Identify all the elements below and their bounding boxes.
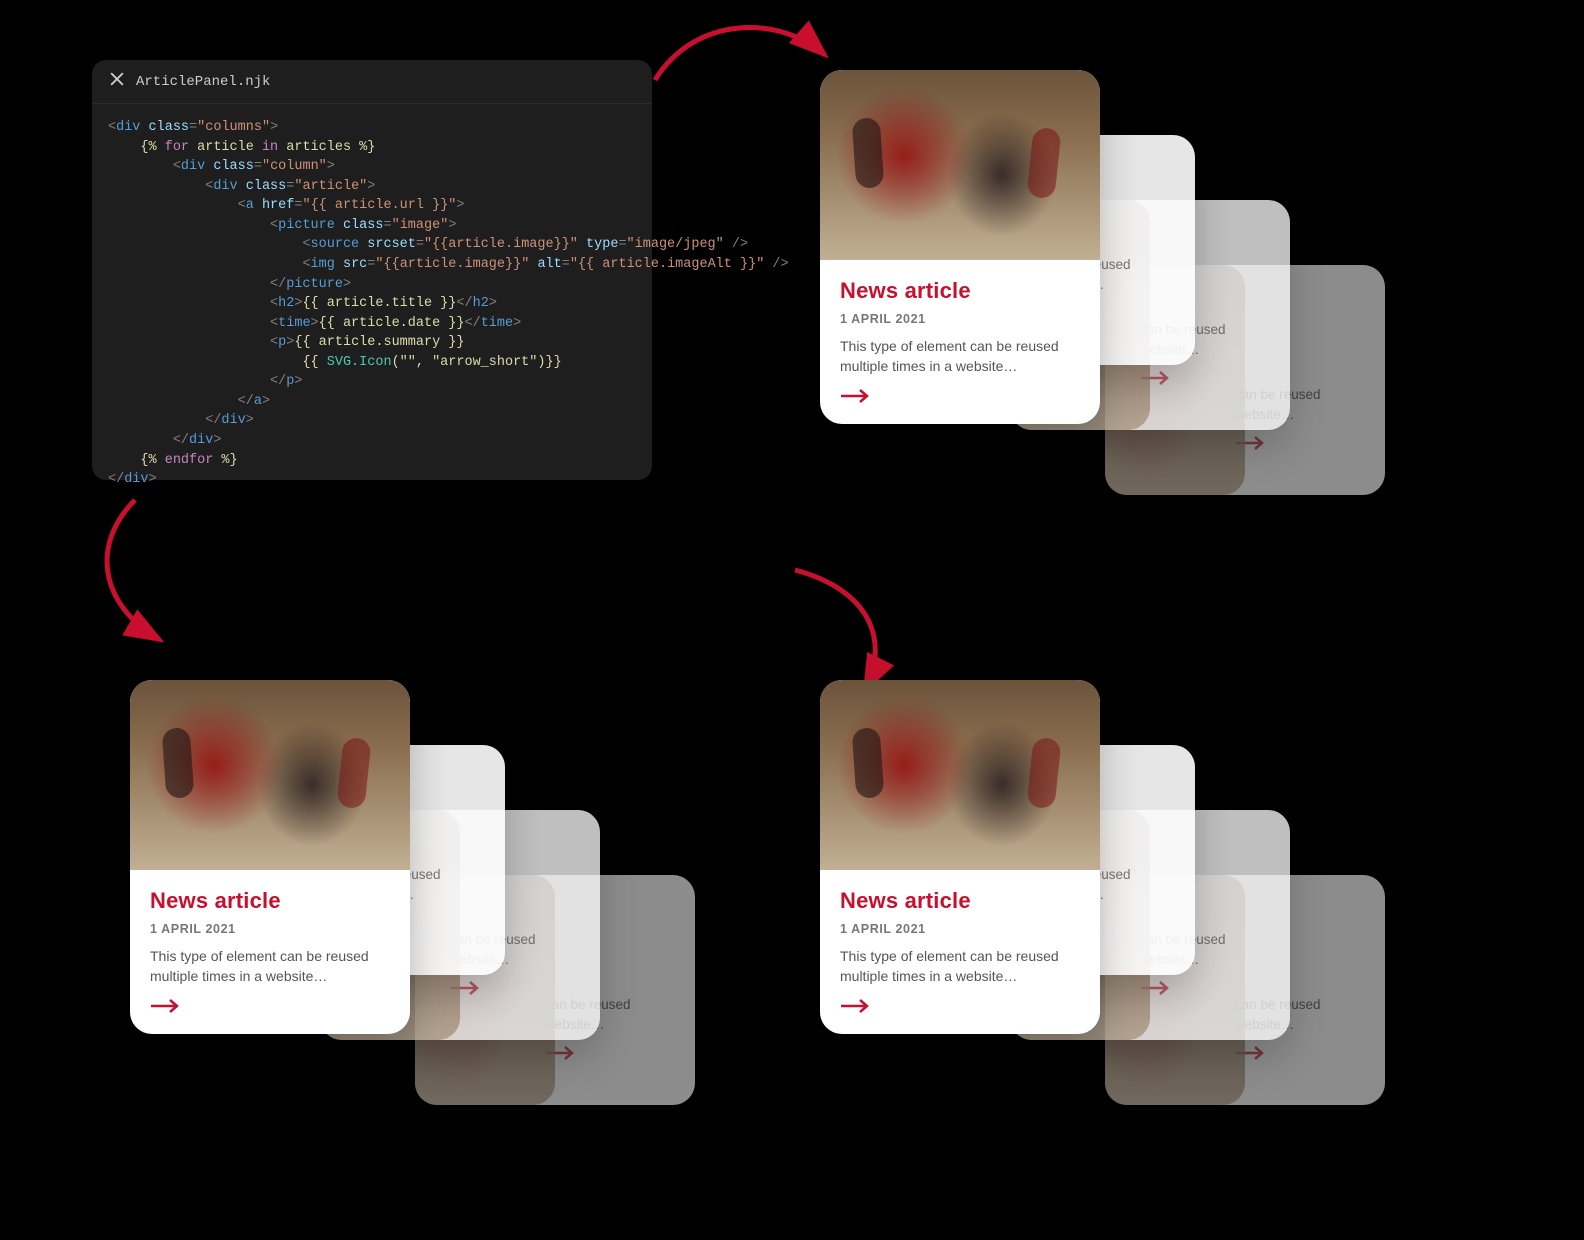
card-stack: can be reused website…can be reused webs…	[820, 70, 1380, 630]
article-date: 1 APRIL 2021	[840, 312, 1080, 326]
article-image	[820, 680, 1100, 870]
arrow-short-icon[interactable]	[435, 1046, 675, 1065]
article-card[interactable]: News article 1 APRIL 2021 This type of ele…	[820, 70, 1100, 424]
article-card[interactable]: News article 1 APRIL 2021 This type of ele…	[130, 680, 410, 1034]
editor-filename: ArticlePanel.njk	[136, 74, 270, 90]
article-date: 1 APRIL 2021	[150, 922, 390, 936]
code-body: <div class="columns"> {% for article in …	[92, 104, 652, 508]
article-title: News article	[840, 278, 1080, 304]
arrow-short-icon[interactable]	[840, 389, 1080, 408]
article-summary: This type of element can be reused multi…	[840, 946, 1080, 987]
article-image	[130, 680, 410, 870]
article-card[interactable]: News article 1 APRIL 2021 This type of ele…	[820, 680, 1100, 1034]
article-title: News article	[840, 888, 1080, 914]
arrow-short-icon[interactable]	[1125, 1046, 1365, 1065]
article-image	[820, 70, 1100, 260]
arrow-short-icon[interactable]	[1125, 436, 1365, 455]
article-summary: This type of element can be reused multi…	[840, 336, 1080, 377]
article-summary: This type of element can be reused multi…	[150, 946, 390, 987]
article-date: 1 APRIL 2021	[840, 922, 1080, 936]
card-stack: can be reused website…can be reused webs…	[130, 680, 690, 1240]
editor-tab[interactable]: ArticlePanel.njk	[92, 60, 652, 104]
arrow-short-icon[interactable]	[840, 999, 1080, 1018]
flow-arrow-icon	[80, 490, 190, 650]
close-icon[interactable]	[110, 72, 124, 91]
flow-arrow-icon	[640, 10, 840, 100]
card-stack: can be reused website…can be reused webs…	[820, 680, 1380, 1240]
article-title: News article	[150, 888, 390, 914]
code-editor: ArticlePanel.njk <div class="columns"> {…	[92, 60, 652, 480]
arrow-short-icon[interactable]	[150, 999, 390, 1018]
